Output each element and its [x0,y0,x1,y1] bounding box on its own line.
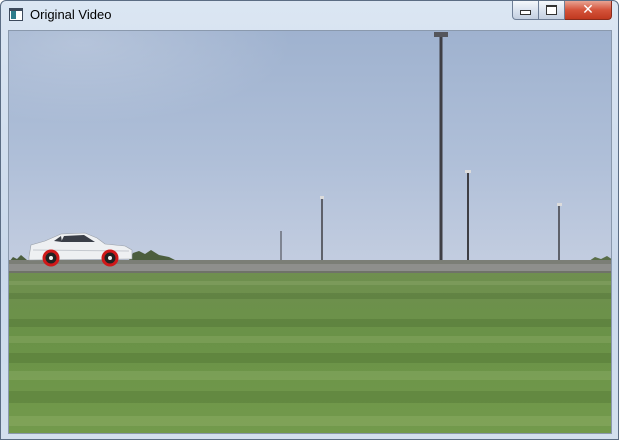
restore-icon [546,5,557,15]
road [9,264,611,271]
window-app-icon[interactable] [9,8,23,21]
video-frame [9,31,611,433]
caption-buttons: ✕ [512,1,612,21]
sky-glare [9,31,611,263]
maximize-button[interactable] [539,1,565,20]
window-title: Original Video [30,7,112,22]
video-display [8,30,612,434]
close-icon: ✕ [582,2,594,18]
road-edge [9,271,611,273]
app-window: Original Video ✕ [0,0,619,440]
title-bar[interactable]: Original Video ✕ [1,1,618,30]
minimize-icon [520,10,531,15]
road-shoulder [9,260,611,264]
close-button[interactable]: ✕ [565,1,612,20]
minimize-button[interactable] [512,1,539,20]
